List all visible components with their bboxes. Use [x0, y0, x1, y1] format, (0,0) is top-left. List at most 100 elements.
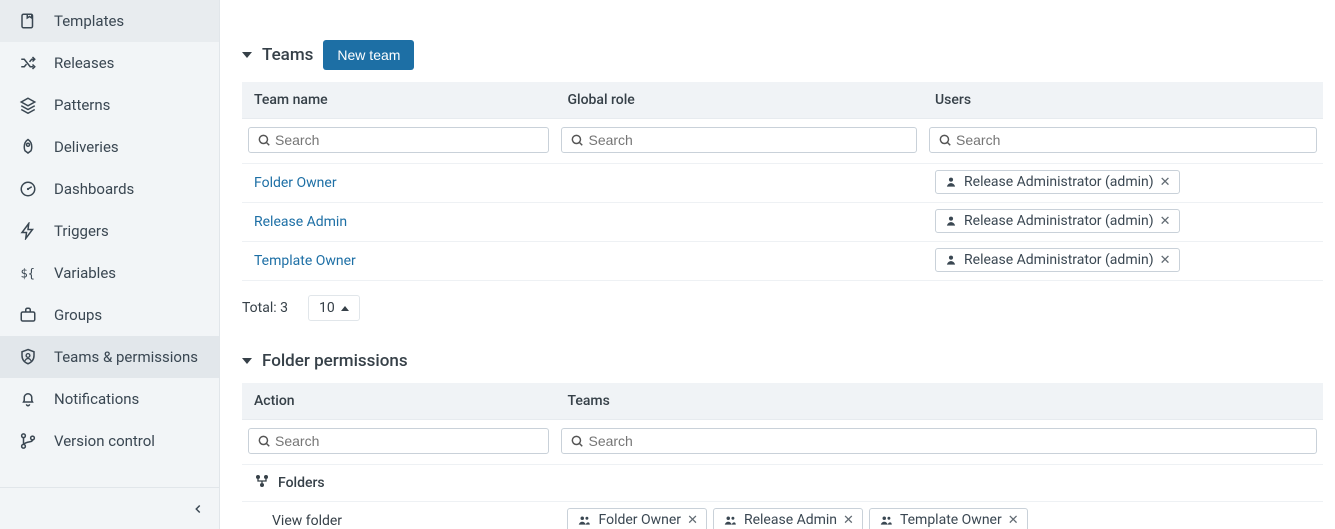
teams-search-users[interactable]: [929, 127, 1317, 153]
sidebar-item-label: Deliveries: [54, 138, 119, 156]
sidebar-item-notifications[interactable]: Notifications: [0, 378, 219, 420]
sidebar-item-variables[interactable]: Variables: [0, 252, 219, 294]
perm-action-cell: View folder: [242, 502, 555, 529]
close-icon[interactable]: ✕: [1160, 175, 1171, 190]
sidebar-item-label: Version control: [54, 432, 155, 450]
chip-label: Release Administrator (admin): [964, 213, 1154, 229]
sidebar-item-label: Notifications: [54, 390, 139, 408]
perms-col-teams: Teams: [555, 383, 1323, 420]
teams-col-users: Users: [923, 82, 1323, 119]
sidebar-item-templates[interactable]: Templates: [0, 0, 219, 42]
team-chip[interactable]: Template Owner ✕: [869, 508, 1028, 529]
chip-label: Template Owner: [900, 512, 1002, 528]
sidebar-item-deliveries[interactable]: Deliveries: [0, 126, 219, 168]
search-icon: [938, 133, 952, 147]
sidebar: Templates Releases Patterns Deliveries D…: [0, 0, 220, 529]
user-chip[interactable]: Release Administrator (admin) ✕: [935, 248, 1180, 272]
template-icon: [18, 11, 38, 31]
branch-icon: [18, 431, 38, 451]
team-name-link[interactable]: Folder Owner: [242, 164, 555, 203]
sidebar-item-label: Releases: [54, 54, 114, 72]
teams-table: Team name Global role Users: [242, 82, 1323, 281]
chip-label: Release Administrator (admin): [964, 252, 1154, 268]
person-icon: [944, 253, 958, 267]
layers-icon: [18, 95, 38, 115]
table-row: Folder Owner Release Administrator (admi…: [242, 164, 1323, 203]
team-role-cell: [555, 164, 923, 203]
table-row: Release Admin Release Administrator (adm…: [242, 203, 1323, 242]
folders-tree-icon: [254, 473, 270, 493]
sidebar-item-versioncontrol[interactable]: Version control: [0, 420, 219, 462]
sidebar-item-dashboards[interactable]: Dashboards: [0, 168, 219, 210]
team-chip[interactable]: Folder Owner ✕: [567, 508, 706, 529]
user-chip[interactable]: Release Administrator (admin) ✕: [935, 170, 1180, 194]
teams-search-role[interactable]: [561, 127, 917, 153]
sidebar-item-label: Dashboards: [54, 180, 134, 198]
teamshield-icon: [18, 347, 38, 367]
sidebar-item-label: Templates: [54, 12, 124, 30]
bolt-icon: [18, 221, 38, 241]
teams-total-label: Total: 3: [242, 300, 288, 316]
rocket-icon: [18, 137, 38, 157]
new-team-button[interactable]: New team: [323, 40, 414, 70]
teams-section-title: Teams: [262, 45, 313, 65]
bell-icon: [18, 389, 38, 409]
team-users-cell: Release Administrator (admin) ✕: [923, 242, 1323, 281]
permissions-section-header: Folder permissions: [220, 321, 1323, 383]
permissions-table: Action Teams: [242, 383, 1323, 529]
team-name-link[interactable]: Template Owner: [242, 242, 555, 281]
shuffle-icon: [18, 53, 38, 73]
search-icon: [257, 133, 271, 147]
sidebar-collapse-toggle[interactable]: [0, 487, 219, 529]
sidebar-item-teams[interactable]: Teams & permissions: [0, 336, 219, 378]
perms-group-folders: Folders: [278, 475, 325, 491]
close-icon[interactable]: ✕: [1008, 513, 1019, 528]
close-icon[interactable]: ✕: [1160, 214, 1171, 229]
sidebar-item-releases[interactable]: Releases: [0, 42, 219, 84]
people-icon: [722, 513, 738, 527]
perms-search-action[interactable]: [248, 428, 549, 454]
sidebar-item-label: Groups: [54, 306, 102, 324]
sidebar-item-label: Teams & permissions: [54, 348, 198, 366]
perm-teams-cell: Folder Owner ✕ Release Admin ✕ Template …: [555, 502, 1323, 529]
person-icon: [944, 214, 958, 228]
user-chip[interactable]: Release Administrator (admin) ✕: [935, 209, 1180, 233]
perms-col-action: Action: [242, 383, 555, 420]
dollarbrace-icon: [18, 263, 38, 283]
team-role-cell: [555, 242, 923, 281]
table-row: Template Owner Release Administrator (ad…: [242, 242, 1323, 281]
teams-section-header: Teams New team: [220, 0, 1323, 82]
sidebar-item-triggers[interactable]: Triggers: [0, 210, 219, 252]
sidebar-item-groups[interactable]: Groups: [0, 294, 219, 336]
collapse-caret-icon[interactable]: [242, 52, 252, 58]
search-icon: [570, 434, 584, 448]
sidebar-item-label: Patterns: [54, 96, 110, 114]
people-icon: [878, 513, 894, 527]
chip-label: Release Admin: [744, 512, 837, 528]
teams-col-name: Team name: [242, 82, 555, 119]
close-icon[interactable]: ✕: [1160, 253, 1171, 268]
team-users-cell: Release Administrator (admin) ✕: [923, 203, 1323, 242]
search-icon: [570, 133, 584, 147]
teams-col-role: Global role: [555, 82, 923, 119]
chip-label: Folder Owner: [598, 512, 681, 528]
close-icon[interactable]: ✕: [843, 513, 854, 528]
perms-search-teams[interactable]: [561, 428, 1317, 454]
close-icon[interactable]: ✕: [687, 513, 698, 528]
team-chip[interactable]: Release Admin ✕: [713, 508, 863, 529]
chip-label: Release Administrator (admin): [964, 174, 1154, 190]
team-role-cell: [555, 203, 923, 242]
team-name-link[interactable]: Release Admin: [242, 203, 555, 242]
collapse-caret-icon[interactable]: [242, 358, 252, 364]
main-content: Teams New team Team name Global role Use…: [220, 0, 1335, 529]
teams-total-row: Total: 3 10: [220, 281, 1323, 321]
permissions-section-title: Folder permissions: [262, 351, 408, 371]
teams-page-size-selector[interactable]: 10: [308, 295, 360, 321]
sidebar-item-label: Triggers: [54, 222, 109, 240]
teams-search-name[interactable]: [248, 127, 549, 153]
search-icon: [257, 434, 271, 448]
sidebar-item-patterns[interactable]: Patterns: [0, 84, 219, 126]
sidebar-scroll[interactable]: Templates Releases Patterns Deliveries D…: [0, 0, 219, 487]
gauge-icon: [18, 179, 38, 199]
team-users-cell: Release Administrator (admin) ✕: [923, 164, 1323, 203]
